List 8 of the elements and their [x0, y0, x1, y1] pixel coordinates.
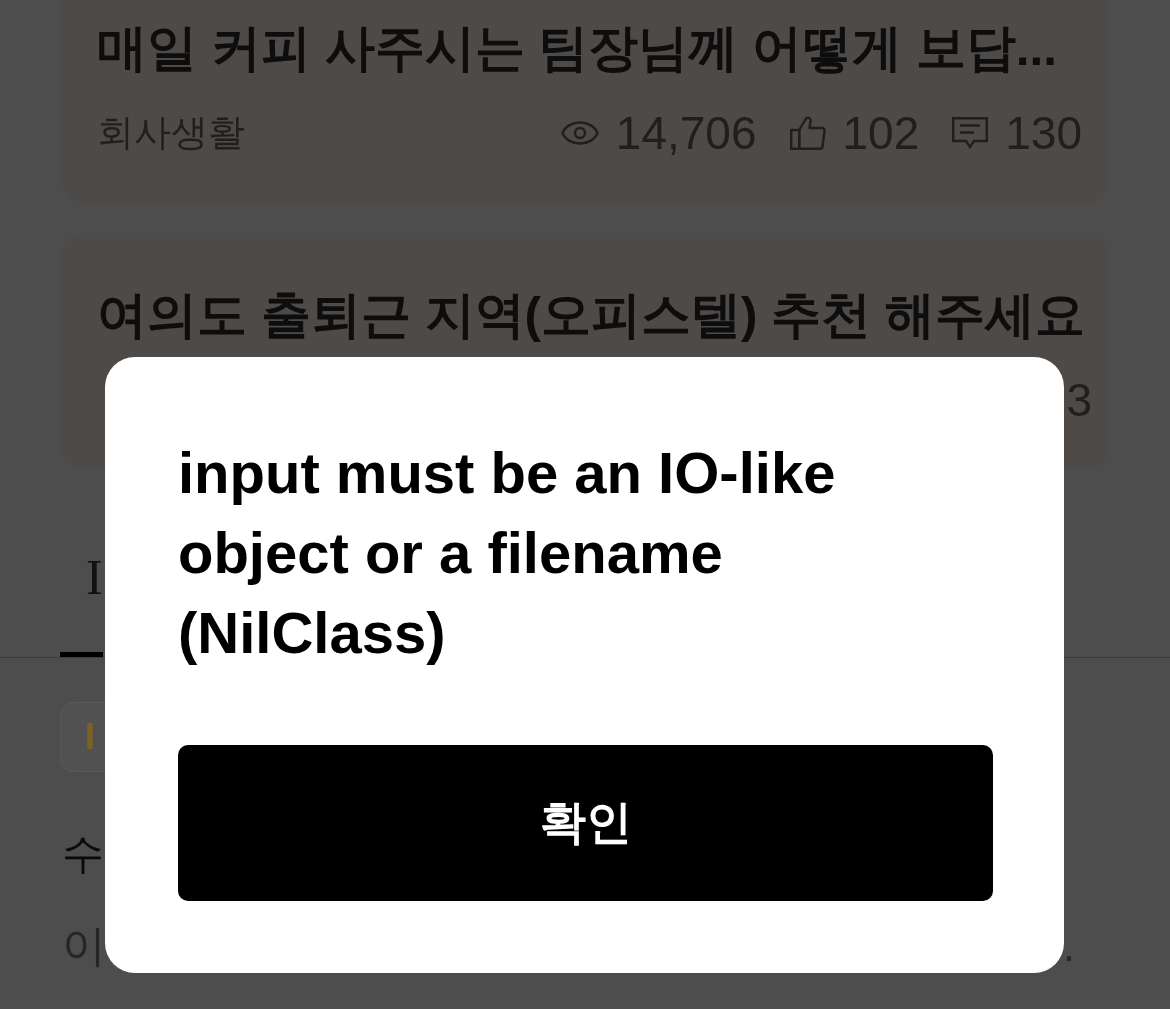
comment-icon — [952, 117, 989, 149]
confirm-button[interactable]: 확인 — [178, 745, 993, 901]
post-title: 여의도 출퇴근 지역(오피스텔) 추천 해주세요 — [97, 290, 1082, 340]
description-text: . — [1062, 921, 1075, 971]
thumbs-up-icon — [789, 116, 826, 150]
eye-icon — [560, 121, 599, 145]
post-title: 매일 커피 사주시는 팀장님께 어떻게 보답... — [97, 23, 1059, 73]
section-heading: 수 — [62, 830, 104, 877]
